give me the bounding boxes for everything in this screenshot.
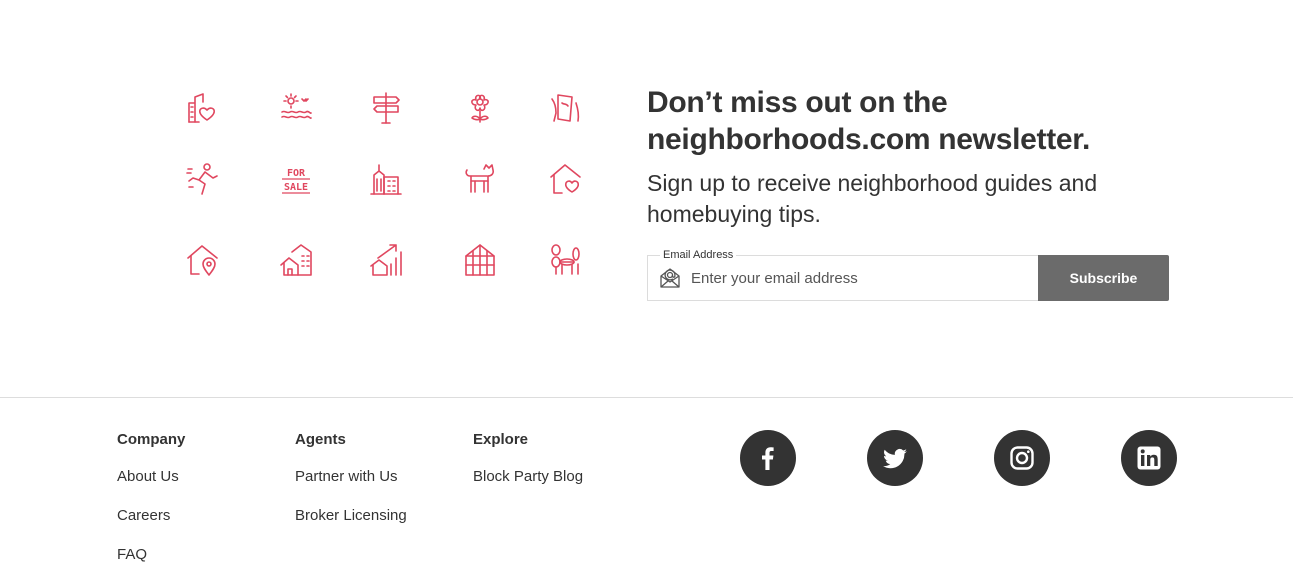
newsletter-form: Email Address Subscribe: [647, 249, 1169, 301]
email-field[interactable]: Email Address: [647, 249, 1038, 301]
footer-link-faq[interactable]: FAQ: [117, 545, 147, 565]
newsletter-title: Don’t miss out on the neighborhoods.com …: [647, 86, 1091, 156]
twitter-icon: [883, 449, 907, 469]
flower-icon: [462, 89, 498, 125]
twitter-button[interactable]: [867, 430, 923, 486]
instagram-icon: [1010, 446, 1034, 470]
footer-link-broker-licensing[interactable]: Broker Licensing: [295, 506, 407, 526]
runner-icon: [185, 161, 221, 197]
email-input[interactable]: [691, 264, 1021, 292]
footer-heading-agents: Agents: [295, 431, 346, 448]
footer-column-explore: Explore Block Party Blog: [473, 430, 583, 506]
home-location-icon: [185, 242, 221, 278]
city-heart-icon: [185, 89, 221, 125]
linkedin-icon: [1137, 446, 1161, 470]
facebook-button[interactable]: [740, 430, 796, 486]
svg-text:FOR: FOR: [287, 168, 306, 179]
houses-icon: [278, 242, 314, 278]
sunset-water-icon: [278, 89, 314, 125]
signpost-icon: [368, 89, 404, 125]
for-sale-sign-icon: FOR SALE: [278, 161, 314, 197]
footer-link-about-us[interactable]: About Us: [117, 467, 179, 487]
email-envelope-icon: [658, 266, 682, 290]
footer-heading-explore: Explore: [473, 431, 529, 448]
facebook-icon: [762, 447, 774, 470]
footer-divider: [0, 397, 1293, 398]
footer-column-company: Company About Us Careers FAQ: [117, 430, 185, 584]
footer-link-careers[interactable]: Careers: [117, 506, 170, 526]
footer-link-block-party-blog[interactable]: Block Party Blog: [473, 467, 583, 487]
subscribe-button[interactable]: Subscribe: [1038, 255, 1169, 301]
instagram-button[interactable]: [994, 430, 1050, 486]
newsletter-subtitle: Sign up to receive neighborhood guides a…: [647, 170, 1098, 227]
newsletter-section: Don’t miss out on the neighborhoods.com …: [647, 84, 1207, 230]
buildings-icon: [368, 161, 404, 197]
cat-icon: [462, 161, 498, 197]
svg-text:SALE: SALE: [284, 182, 308, 193]
footer-heading-company: Company: [117, 431, 186, 448]
email-field-label: Email Address: [660, 249, 737, 262]
home-heart-icon: [548, 161, 584, 197]
hand-map-icon: [548, 89, 584, 125]
footer-column-agents: Agents Partner with Us Broker Licensing: [295, 430, 407, 545]
linkedin-button[interactable]: [1121, 430, 1177, 486]
greenhouse-icon: [462, 242, 498, 278]
balloon-dog-icon: [548, 242, 584, 278]
footer-link-partner-with-us[interactable]: Partner with Us: [295, 467, 398, 487]
home-growth-icon: [368, 242, 404, 278]
